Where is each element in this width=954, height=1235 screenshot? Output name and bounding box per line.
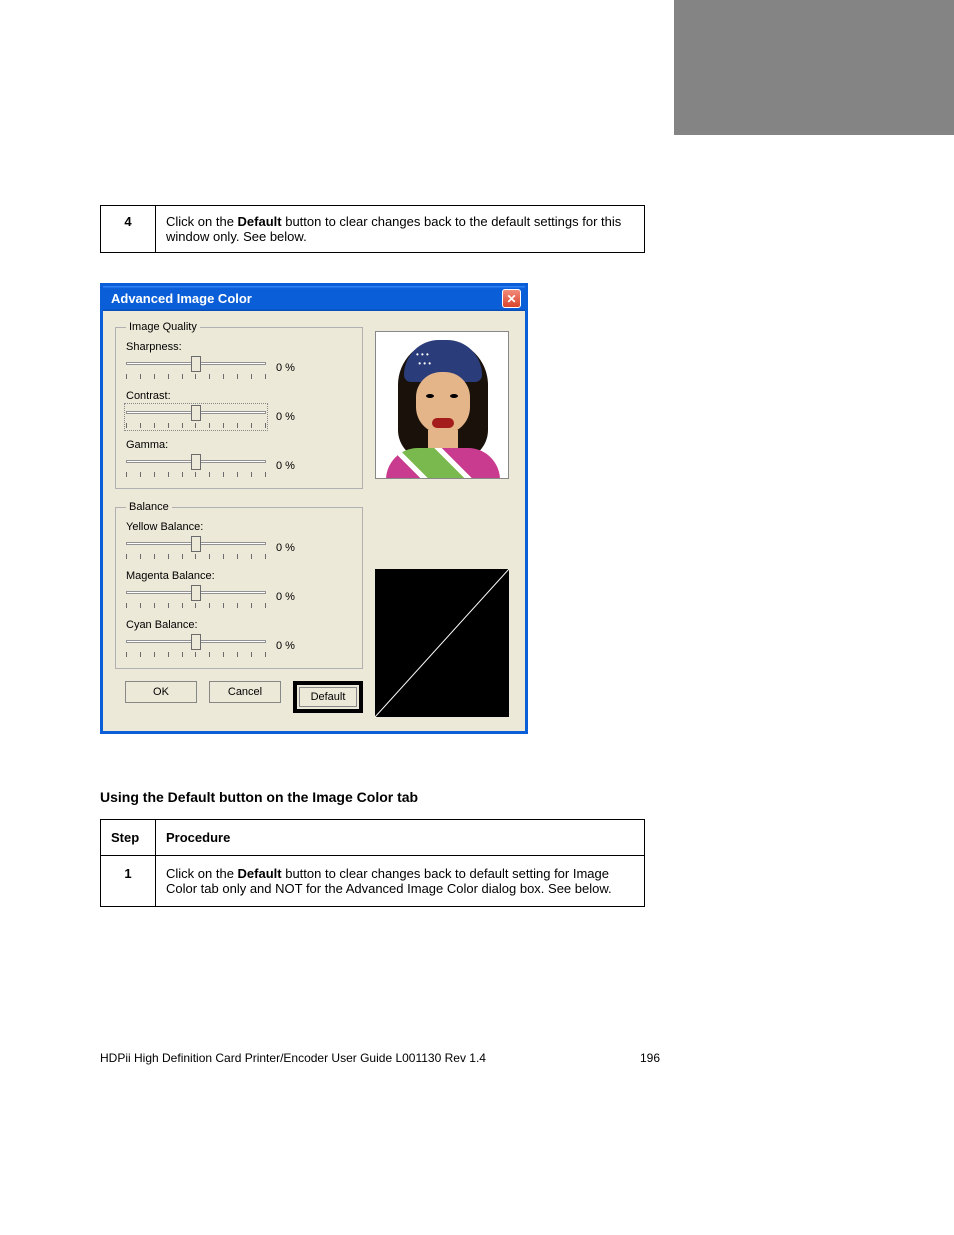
close-button[interactable]: ✕	[502, 289, 521, 308]
cyan-slider[interactable]	[126, 634, 266, 658]
page-content: 4 Click on the Default button to clear c…	[100, 205, 660, 907]
dialog-title: Advanced Image Color	[111, 291, 252, 306]
col-header-procedure: Procedure	[156, 820, 645, 856]
image-quality-legend: Image Quality	[126, 321, 200, 333]
yellow-value: 0 %	[276, 542, 295, 554]
step-text: Click on the Default button to clear cha…	[156, 206, 645, 253]
magenta-slider[interactable]	[126, 585, 266, 609]
cyan-value: 0 %	[276, 640, 295, 652]
default-highlight: Default	[293, 681, 363, 713]
step-number: 4	[101, 206, 156, 253]
step-text-bold: Default	[238, 214, 282, 229]
page-number: 196	[640, 1051, 660, 1065]
step-text-pre: Click on the	[166, 214, 238, 229]
default-button[interactable]: Default	[299, 687, 357, 707]
yellow-slider[interactable]	[126, 536, 266, 560]
t2-bold: Default	[238, 866, 282, 881]
step-table-4: 4 Click on the Default button to clear c…	[100, 205, 645, 253]
gamma-slider[interactable]	[126, 454, 266, 478]
magenta-value: 0 %	[276, 591, 295, 603]
step-table-procedure: Step Procedure 1 Click on the Default bu…	[100, 819, 645, 907]
ok-button[interactable]: OK	[125, 681, 197, 703]
sharpness-slider[interactable]	[126, 356, 266, 380]
magenta-label: Magenta Balance:	[126, 570, 352, 582]
close-icon: ✕	[506, 293, 516, 305]
cyan-label: Cyan Balance:	[126, 619, 352, 631]
gamma-label: Gamma:	[126, 439, 352, 451]
balance-legend: Balance	[126, 501, 172, 513]
section-heading: Using the Default button on the Image Co…	[100, 789, 660, 805]
image-quality-group: Image Quality Sharpness: 0 %	[115, 321, 363, 489]
contrast-value: 0 %	[276, 411, 295, 423]
preview-photo: • • • • • •	[375, 331, 509, 479]
step-text-1: Click on the Default button to clear cha…	[156, 856, 645, 907]
advanced-image-color-dialog: Advanced Image Color ✕ Image Quality Sha…	[100, 283, 528, 734]
t2-pre: Click on the	[166, 866, 238, 881]
dialog-titlebar[interactable]: Advanced Image Color ✕	[103, 286, 525, 311]
curve-preview	[375, 569, 509, 717]
gamma-value: 0 %	[276, 460, 295, 472]
col-header-step: Step	[101, 820, 156, 856]
page-footer: HDPii High Definition Card Printer/Encod…	[100, 1051, 660, 1065]
step-number-1: 1	[101, 856, 156, 907]
sharpness-value: 0 %	[276, 362, 295, 374]
header-sidebar-band	[674, 0, 954, 135]
yellow-label: Yellow Balance:	[126, 521, 352, 533]
footer-left: HDPii High Definition Card Printer/Encod…	[100, 1051, 486, 1065]
contrast-slider[interactable]	[126, 405, 266, 429]
cancel-button[interactable]: Cancel	[209, 681, 281, 703]
balance-group: Balance Yellow Balance: 0 %	[115, 501, 363, 669]
contrast-label: Contrast:	[126, 390, 352, 402]
sharpness-label: Sharpness:	[126, 341, 352, 353]
